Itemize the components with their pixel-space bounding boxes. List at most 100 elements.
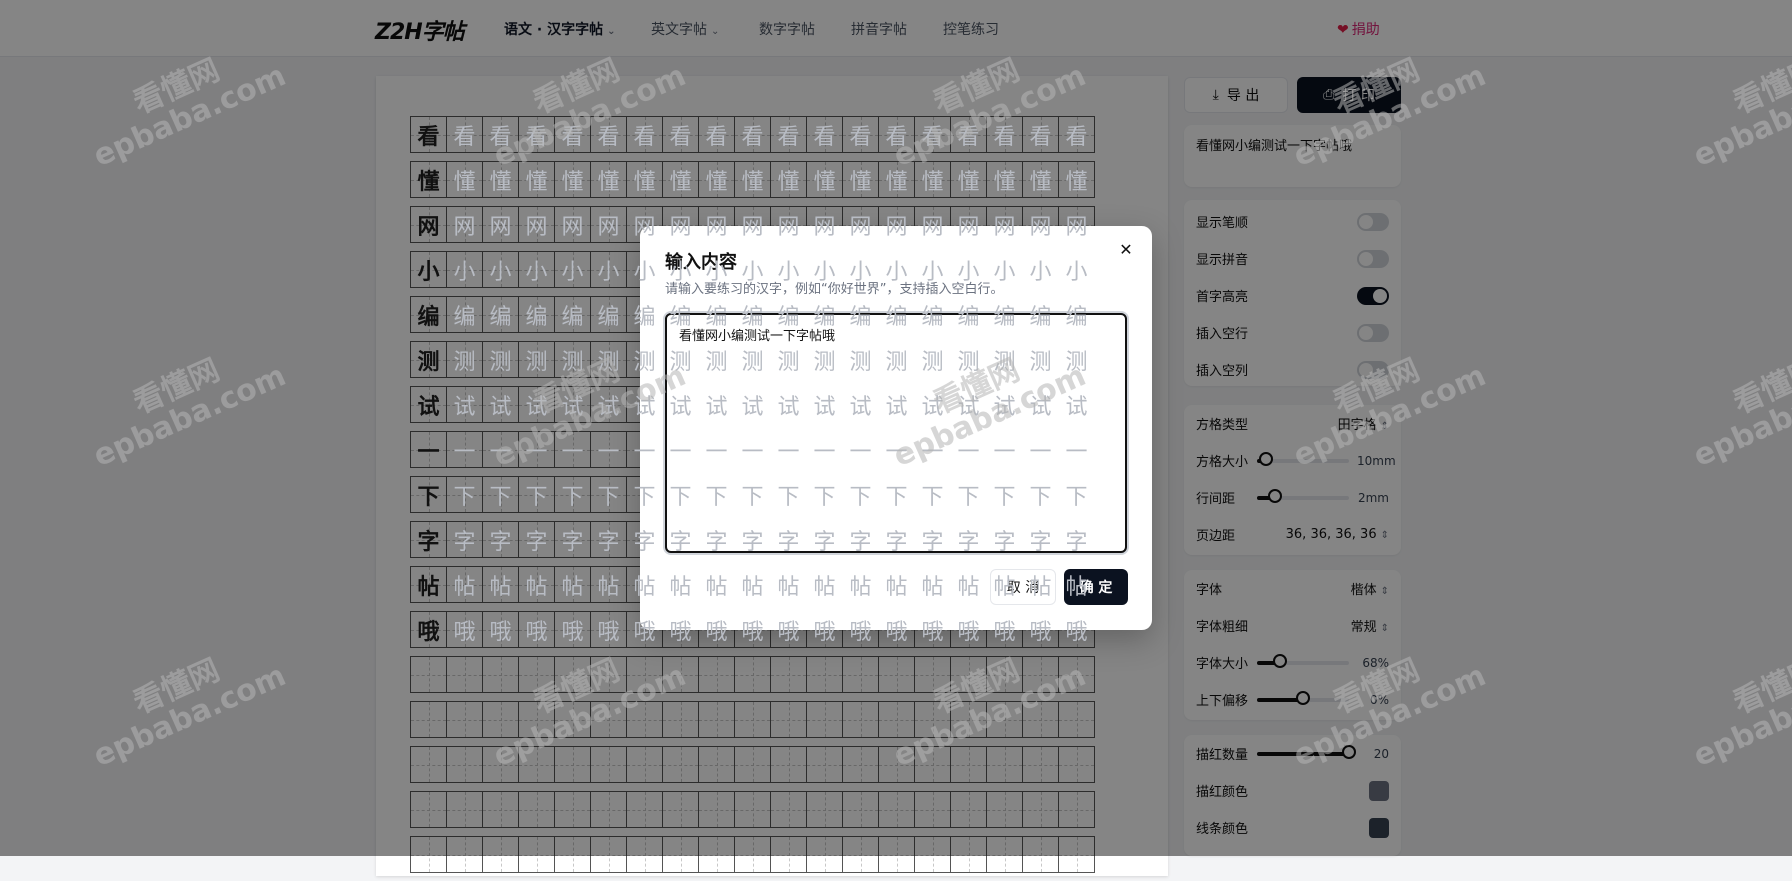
grid-char: 小 [921, 259, 944, 285]
grid-char: 下 [885, 484, 908, 510]
grid-char: 一 [453, 439, 476, 465]
grid-char: 下 [525, 484, 548, 510]
grid-char: 网 [849, 214, 872, 240]
grid-char: 试 [957, 394, 980, 420]
grid-char: 网 [525, 214, 548, 240]
grid-char: 试 [705, 394, 728, 420]
grid-char: 帖 [777, 574, 800, 600]
grid-char: 看 [957, 124, 980, 150]
grid-char: 字 [705, 529, 728, 555]
grid-char: 下 [633, 484, 656, 510]
grid-char: 网 [885, 214, 908, 240]
grid-char: 下 [453, 484, 476, 510]
grid-char: 懂 [993, 169, 1016, 195]
grid-char: 试 [417, 393, 440, 420]
grid-char: 测 [813, 349, 836, 375]
grid-char: 下 [1029, 484, 1052, 510]
grid-char: 看 [633, 124, 656, 150]
grid-char: 哦 [705, 619, 728, 645]
grid-char: 试 [777, 394, 800, 420]
grid-char: 网 [417, 213, 440, 240]
grid-char: 懂 [921, 169, 944, 195]
grid-char: 网 [993, 214, 1016, 240]
grid-char: 小 [885, 259, 908, 285]
grid-char: 试 [849, 394, 872, 420]
grid-char: 懂 [741, 169, 764, 195]
grid-char: 测 [885, 349, 908, 375]
grid-char: 编 [633, 304, 656, 330]
grid-char: 小 [1065, 259, 1088, 285]
grid-char: 试 [993, 394, 1016, 420]
grid-char: 帖 [417, 573, 440, 600]
grid-char: 看 [849, 124, 872, 150]
grid-char: 看 [417, 123, 440, 150]
grid-char: 帖 [993, 574, 1016, 600]
grid-char: 一 [597, 439, 620, 465]
grid-char: 编 [885, 304, 908, 330]
grid-char: 网 [561, 214, 584, 240]
grid-char: 字 [633, 529, 656, 555]
grid-char: 下 [669, 484, 692, 510]
grid-char: 帖 [849, 574, 872, 600]
grid-char: 一 [1029, 439, 1052, 465]
grid-char: 字 [921, 529, 944, 555]
grid-char: 看 [741, 124, 764, 150]
grid-char: 哦 [849, 619, 872, 645]
grid-char: 一 [1065, 439, 1088, 465]
grid-char: 一 [921, 439, 944, 465]
grid-char: 一 [669, 439, 692, 465]
grid-char: 帖 [741, 574, 764, 600]
grid-char: 网 [777, 214, 800, 240]
grid-char: 帖 [453, 574, 476, 600]
grid-char: 编 [597, 304, 620, 330]
grid-char: 字 [957, 529, 980, 555]
grid-char: 一 [417, 438, 440, 465]
grid-char: 看 [993, 124, 1016, 150]
grid-char: 小 [633, 259, 656, 285]
grid-char: 字 [741, 529, 764, 555]
grid-char: 字 [777, 529, 800, 555]
grid-char: 字 [417, 528, 440, 555]
grid-char: 一 [633, 439, 656, 465]
grid-char: 懂 [597, 169, 620, 195]
grid-char: 测 [705, 349, 728, 375]
grid-char: 一 [705, 439, 728, 465]
grid-char: 试 [741, 394, 764, 420]
grid-char: 一 [885, 439, 908, 465]
grid-char: 字 [849, 529, 872, 555]
grid-char: 字 [669, 529, 692, 555]
grid-char: 网 [957, 214, 980, 240]
grid-char: 懂 [957, 169, 980, 195]
grid-char: 看 [1029, 124, 1052, 150]
grid-char: 哦 [489, 619, 512, 645]
grid-char: 测 [777, 349, 800, 375]
grid-char: 试 [525, 394, 548, 420]
grid-char: 懂 [633, 169, 656, 195]
grid-char: 下 [921, 484, 944, 510]
grid-char: 小 [849, 259, 872, 285]
grid-char: 编 [453, 304, 476, 330]
grid-char: 网 [813, 214, 836, 240]
grid-char: 小 [741, 259, 764, 285]
grid-char: 哦 [813, 619, 836, 645]
grid-char: 哦 [633, 619, 656, 645]
grid-char: 测 [1065, 349, 1088, 375]
grid-char: 测 [993, 349, 1016, 375]
grid-char: 测 [669, 349, 692, 375]
grid-char: 下 [813, 484, 836, 510]
grid-char: 一 [993, 439, 1016, 465]
grid-char: 一 [489, 439, 512, 465]
grid-char: 懂 [525, 169, 548, 195]
grid-char: 看 [561, 124, 584, 150]
grid-char: 哦 [417, 618, 440, 645]
grid-char: 字 [453, 529, 476, 555]
grid-char: 下 [741, 484, 764, 510]
grid-char: 小 [993, 259, 1016, 285]
grid-char: 小 [525, 259, 548, 285]
grid-char: 编 [849, 304, 872, 330]
grid-char: 小 [669, 259, 692, 285]
grid-char: 一 [561, 439, 584, 465]
grid-char: 试 [1065, 394, 1088, 420]
close-icon[interactable]: ✕ [1116, 240, 1136, 260]
grid-char: 网 [1029, 214, 1052, 240]
